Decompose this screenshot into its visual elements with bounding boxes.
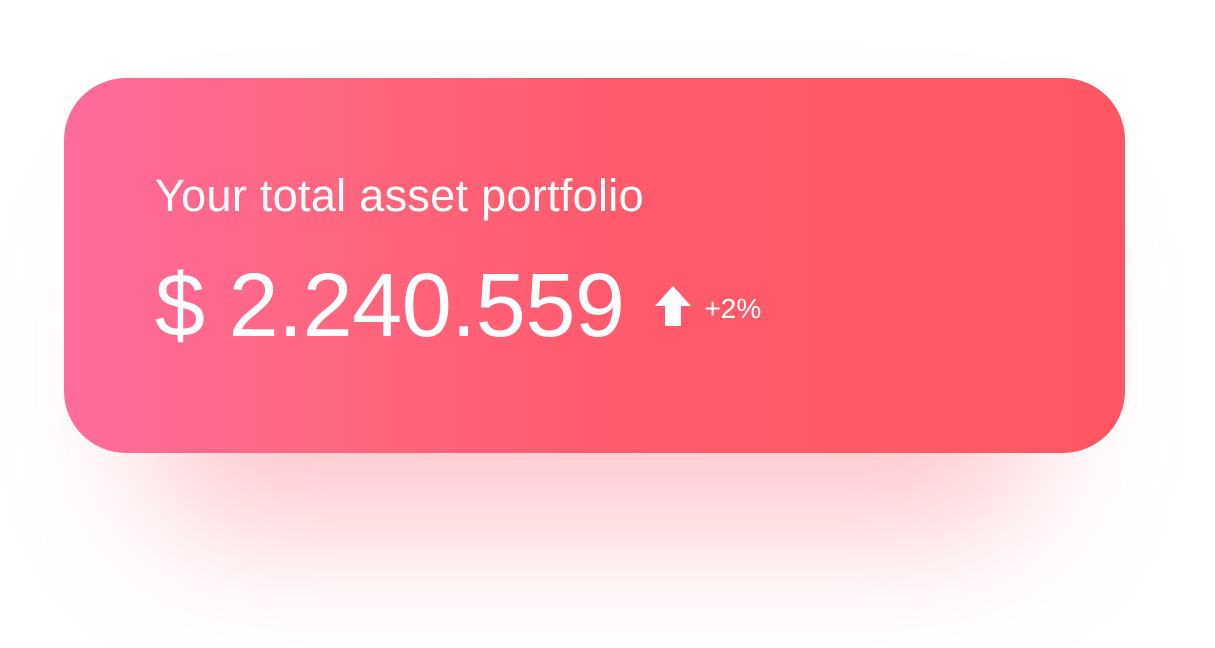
portfolio-title: Your total asset portfolio (155, 170, 644, 221)
portfolio-value-row: $ 2.240.559 +2% (155, 256, 761, 356)
portfolio-amount: 2.240.559 (228, 256, 625, 356)
portfolio-change: +2% (704, 293, 762, 324)
arrow-up-icon (654, 285, 692, 327)
portfolio-card: Your total asset portfolio $ 2.240.559 +… (64, 78, 1125, 453)
currency-symbol: $ (155, 256, 205, 356)
